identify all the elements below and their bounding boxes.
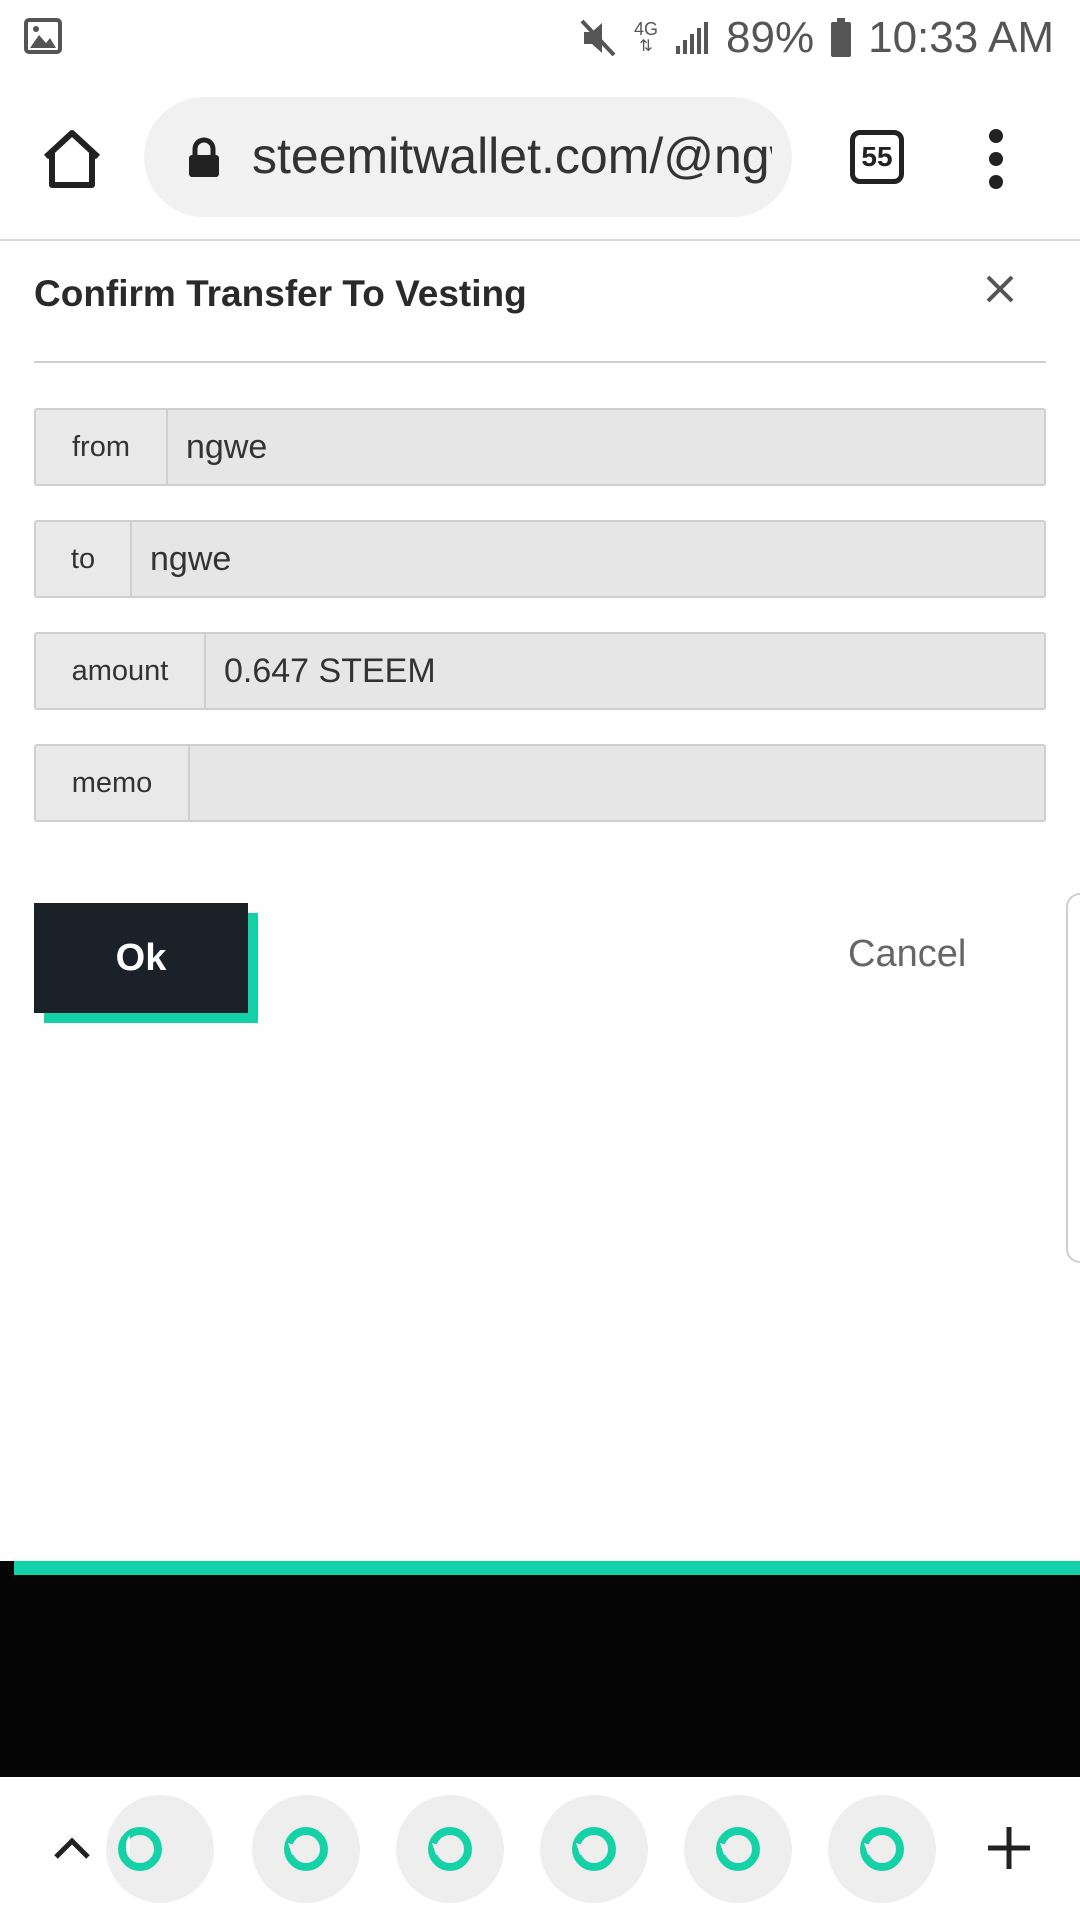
from-field: from ngwe (34, 408, 1046, 486)
more-options-button[interactable] (984, 125, 1008, 195)
dialog-divider (34, 361, 1046, 363)
accent-bar (14, 1561, 1080, 1575)
memo-field: memo (34, 744, 1046, 822)
network-type-label: 4G (634, 19, 659, 39)
memo-value[interactable] (190, 746, 1044, 820)
clock: 10:33 AM (868, 13, 1054, 62)
confirm-transfer-dialog: Confirm Transfer To Vesting from ngwe to… (0, 243, 1080, 1561)
new-tab-button[interactable] (986, 1825, 1032, 1871)
network-type-indicator: 4G ⇅ (634, 19, 659, 55)
ok-button-label: Ok (34, 903, 248, 1013)
steemit-logo-icon (118, 1827, 162, 1871)
to-value[interactable]: ngwe (132, 522, 1044, 596)
browser-toolbar: steemitwallet.com/@ngwe 55 (0, 75, 1080, 241)
expand-tabs-button[interactable] (52, 1833, 92, 1861)
amount-value[interactable]: 0.647 STEEM (206, 634, 1044, 708)
signal-icon (674, 20, 710, 56)
address-bar[interactable]: steemitwallet.com/@ngwe (144, 97, 792, 217)
tab-thumbnail[interactable] (106, 1795, 214, 1903)
tab-thumbnail[interactable] (396, 1795, 504, 1903)
tab-thumbnail[interactable] (540, 1795, 648, 1903)
tab-switcher-button[interactable]: 55 (850, 130, 904, 184)
from-label: from (36, 410, 168, 484)
cancel-button[interactable]: Cancel (848, 933, 966, 976)
to-label: to (36, 522, 132, 596)
steemit-logo-icon (284, 1827, 328, 1871)
close-button[interactable] (980, 269, 1020, 309)
more-dots-icon-dot (989, 152, 1003, 166)
memo-label: memo (36, 746, 190, 820)
to-field: to ngwe (34, 520, 1046, 598)
from-value[interactable]: ngwe (168, 410, 1044, 484)
plus-icon (988, 1827, 1030, 1869)
tab-thumbnail[interactable] (684, 1795, 792, 1903)
steemit-logo-icon (428, 1827, 472, 1871)
url-text: steemitwallet.com/@ngwe (252, 128, 772, 184)
lock-icon (186, 137, 222, 179)
home-button[interactable] (40, 127, 104, 191)
mute-icon (580, 19, 618, 57)
battery-icon (830, 18, 852, 58)
status-bar: 4G ⇅ 89% 10:33 AM (0, 0, 1080, 75)
chevron-up-icon (54, 1837, 90, 1859)
more-dots-icon-dot (989, 175, 1003, 189)
gallery-notification-icon (24, 18, 62, 59)
dialog-title: Confirm Transfer To Vesting (34, 273, 527, 314)
battery-percent: 89% (726, 13, 815, 62)
steemit-logo-icon (860, 1827, 904, 1871)
ok-button[interactable]: Ok (34, 903, 258, 1023)
steemit-logo-icon (572, 1827, 616, 1871)
close-icon (986, 275, 1014, 303)
amount-field: amount 0.647 STEEM (34, 632, 1046, 710)
home-icon (43, 130, 101, 188)
edge-panel-handle[interactable] (1066, 893, 1080, 1263)
tab-thumbnail[interactable] (828, 1795, 936, 1903)
tab-thumbnail[interactable] (252, 1795, 360, 1903)
steemit-logo-icon (716, 1827, 760, 1871)
bottom-tab-strip (0, 1777, 1080, 1920)
amount-label: amount (36, 634, 206, 708)
tab-count: 55 (861, 141, 893, 172)
more-dots-icon (989, 129, 1003, 143)
background-page-footer (0, 1561, 1080, 1777)
